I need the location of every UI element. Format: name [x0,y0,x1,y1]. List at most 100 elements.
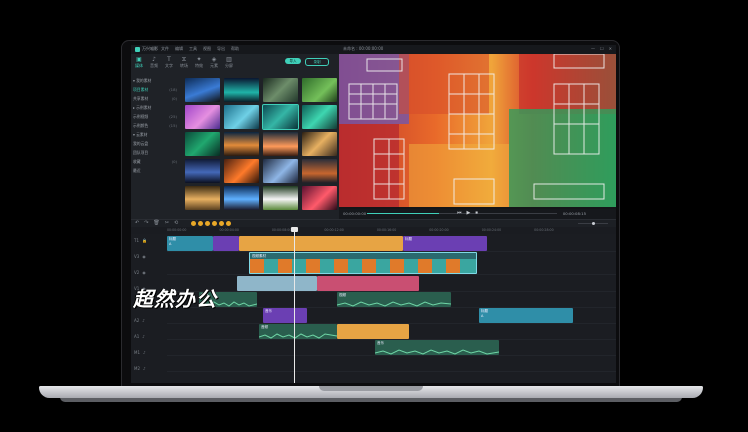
media-thumbnail[interactable] [302,159,337,183]
menu-file[interactable]: 文件 [161,46,169,52]
media-thumbnail[interactable] [302,78,337,102]
video-preview[interactable] [339,54,616,209]
media-thumbnail[interactable] [185,78,220,102]
media-thumbnail[interactable] [185,105,220,129]
category-item[interactable]: 项目素材 (18) [133,85,179,94]
tab-transition[interactable]: ⧖ 转场 [178,56,190,69]
zoom-knob[interactable] [592,222,595,225]
clip[interactable] [239,236,403,251]
speaker-icon[interactable]: ♪ [143,350,146,355]
zoom-slider[interactable] [578,222,608,225]
lock-icon[interactable]: 🔒 [142,238,147,243]
timeline-ruler[interactable]: 00:00:00:00 00:00:04:00 00:00:08:00 00:0… [131,227,616,234]
media-thumbnail[interactable] [263,186,298,210]
track-lane[interactable]: 标题 A 标题 [167,236,616,252]
menu-view[interactable]: 视图 [203,46,211,52]
clip[interactable]: 音乐 [263,308,307,323]
track-lane[interactable]: 音频 [167,324,616,340]
import-button[interactable]: 导入 [285,58,301,64]
category-item[interactable]: 示例颜色 (15) [133,121,179,130]
track-header[interactable]: V3 ◉ [134,254,146,259]
undo-icon[interactable]: ↶ [135,220,139,226]
menu-help[interactable]: 帮助 [231,46,239,52]
tab-audio[interactable]: ♪ 音频 [148,56,160,69]
delete-icon[interactable]: 🗑 [153,220,159,226]
category-item[interactable]: 最近 [133,166,179,175]
tab-effects[interactable]: ✦ 特效 [193,56,205,69]
track-header[interactable]: V2 ◉ [134,270,146,275]
video-clip[interactable]: 视频素材 [249,252,477,274]
media-thumbnail[interactable] [302,186,337,210]
media-thumbnail[interactable] [224,78,259,102]
audio-clip[interactable]: 视频 [337,292,451,307]
stop-icon[interactable]: ⏹ [475,210,478,216]
category-item[interactable]: ▸ 示例素材 [133,103,179,112]
category-item[interactable]: 共享素材 (0) [133,94,179,103]
media-thumbnail[interactable] [224,132,259,156]
eye-icon[interactable]: ◉ [142,270,146,275]
minimize-button[interactable]: — [591,46,595,51]
category-item[interactable]: 我的云盘 [133,139,179,148]
effect-icon[interactable] [191,221,196,226]
media-thumbnail[interactable] [302,132,337,156]
media-thumbnail[interactable] [185,159,220,183]
record-button[interactable]: 录制 [305,58,329,66]
clip[interactable] [317,276,419,291]
title-clip[interactable]: 标题 A [167,236,213,251]
track-header[interactable]: T1 🔒 [134,238,147,243]
audio-clip[interactable]: 音乐 [375,340,499,355]
category-item[interactable]: 收藏 (0) [133,157,179,166]
media-thumbnail[interactable] [185,186,220,210]
track-lane[interactable]: 音乐 标题 A [167,308,616,324]
audio-clip[interactable]: 音频 [259,324,337,339]
track-header[interactable]: A1 ♪ [134,334,145,339]
playhead-handle[interactable] [291,227,298,232]
effect-icon[interactable] [219,221,224,226]
effect-icon[interactable] [212,221,217,226]
tab-split[interactable]: ▥ 分屏 [223,56,235,69]
title-clip[interactable]: 标题 [403,236,487,251]
clip[interactable] [237,276,317,291]
clip[interactable] [337,324,409,339]
effect-icon[interactable] [205,221,210,226]
title-clip[interactable]: 标题 A [479,308,573,323]
tab-elements[interactable]: ◈ 元素 [208,56,220,69]
menu-tools[interactable]: 工具 [189,46,197,52]
media-thumbnail[interactable] [224,105,259,129]
media-thumbnail[interactable] [263,132,298,156]
media-thumbnail[interactable] [262,104,299,130]
maximize-button[interactable]: ☐ [600,46,604,51]
media-thumbnail[interactable] [224,159,259,183]
category-item[interactable]: 示例视频 (25) [133,112,179,121]
category-item[interactable]: ▾ 云素材 [133,130,179,139]
menu-export[interactable]: 导出 [217,46,225,52]
effect-icon[interactable] [198,221,203,226]
track-lane[interactable] [167,276,616,292]
tab-text[interactable]: T 文字 [163,56,175,69]
menu-edit[interactable]: 编辑 [175,46,183,52]
category-item[interactable]: 团队项目 [133,148,179,157]
media-thumbnail[interactable] [185,132,220,156]
media-thumbnail[interactable] [224,186,259,210]
track-header[interactable]: M2 ♪ [134,366,146,371]
effect-icon[interactable] [226,221,231,226]
track-lane[interactable]: 音频 视频 [167,292,616,308]
track-lane[interactable]: 音乐 [167,340,616,356]
category-item[interactable]: ▾ 我的素材 [133,76,179,85]
redo-icon[interactable]: ↷ [144,220,148,226]
timeline-playhead[interactable] [294,227,295,383]
speaker-icon[interactable]: ♪ [142,334,145,339]
track-header[interactable]: M1 ♪ [134,350,146,355]
speaker-icon[interactable]: ♪ [142,318,145,323]
cut-icon[interactable]: ✂ [165,220,169,226]
previous-frame-icon[interactable]: ⏮ [457,210,462,216]
media-thumbnail[interactable] [263,78,298,102]
media-thumbnail[interactable] [263,159,298,183]
tab-media[interactable]: ▣ 媒体 [133,56,145,69]
track-lane[interactable]: 视频素材 [167,252,616,275]
eye-icon[interactable]: ◉ [142,254,146,259]
close-button[interactable]: ✕ [609,46,612,51]
rotate-icon[interactable]: ⟲ [174,220,178,226]
track-header[interactable]: A2 ♪ [134,318,145,323]
clip[interactable] [213,236,239,251]
